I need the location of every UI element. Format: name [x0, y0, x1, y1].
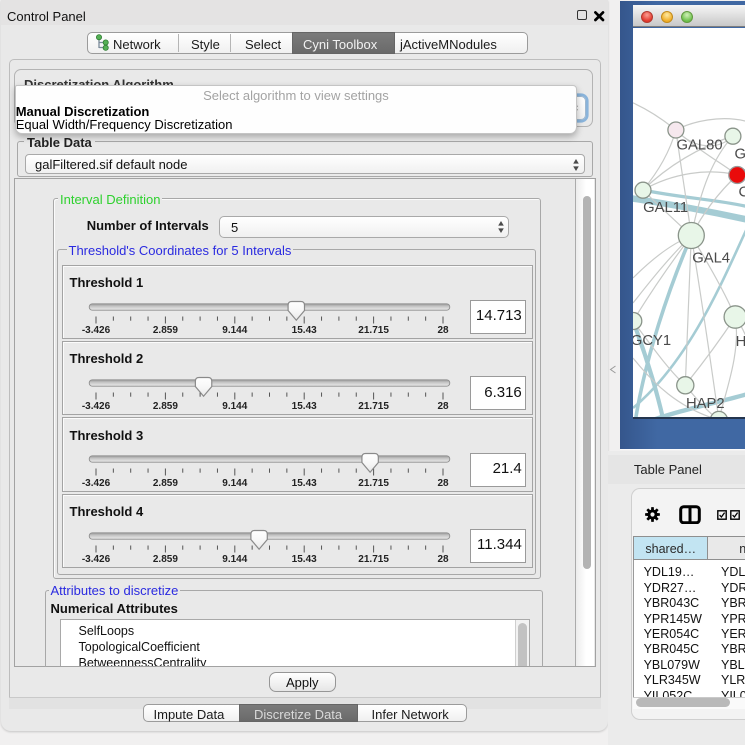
svg-text:GAL11: GAL11 — [643, 200, 688, 216]
svg-text:GCY1: GCY1 — [633, 333, 671, 349]
svg-text:GAL80: GAL80 — [676, 138, 722, 154]
svg-text:GA: GA — [734, 147, 745, 163]
svg-text:HAP2: HAP2 — [686, 396, 725, 412]
svg-text:H: H — [735, 334, 745, 350]
svg-text:GAL4: GAL4 — [692, 251, 730, 267]
svg-text:CY: CY — [738, 185, 745, 201]
